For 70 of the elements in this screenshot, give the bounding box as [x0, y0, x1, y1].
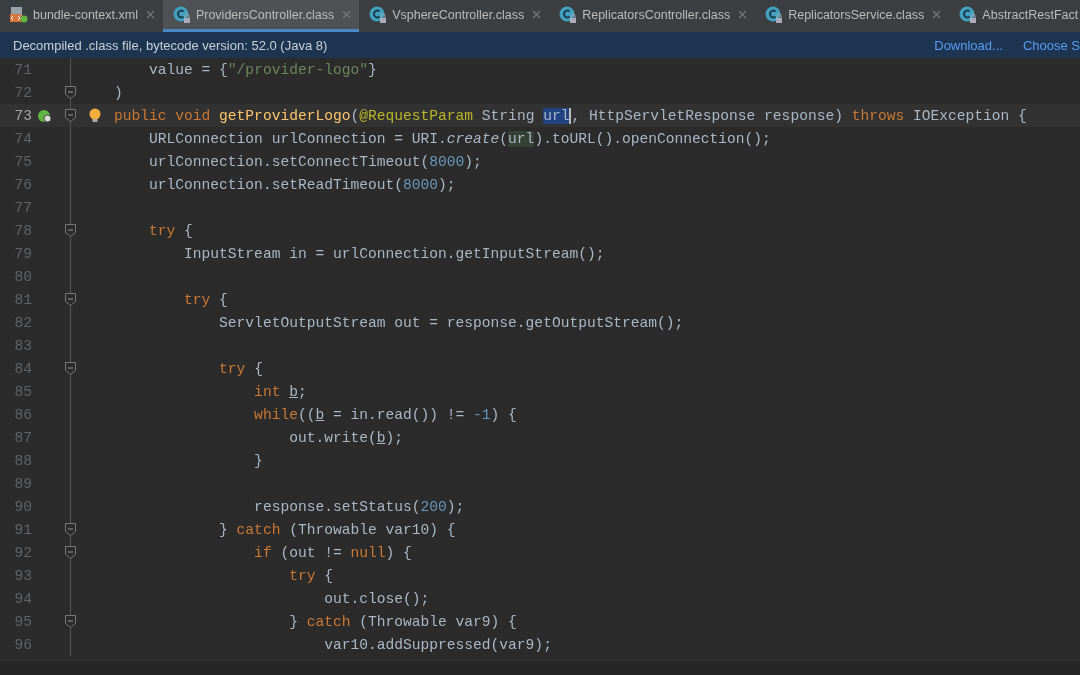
line-number: 72 [13, 84, 32, 101]
editor-tab[interactable]: ReplicatorsController.class [549, 0, 756, 32]
editor-tab[interactable]: ProvidersController.class [162, 0, 360, 32]
line-number: 73 [13, 107, 32, 124]
close-icon[interactable] [145, 10, 155, 19]
info-link[interactable]: Choose S [1022, 37, 1080, 53]
line-number: 77 [13, 199, 32, 216]
line-number: 71 [13, 61, 32, 78]
lightbulb-icon [89, 107, 101, 124]
line-number: 90 [13, 498, 32, 515]
line-number: 78 [13, 222, 32, 239]
line-number: 81 [13, 291, 32, 308]
code-line: } catch (Throwable var9) { [288, 613, 517, 630]
line-number: 85 [13, 383, 32, 400]
code-line: } catch (Throwable var10) { [218, 521, 456, 538]
editor-tab[interactable]: bundle-context.xml [0, 0, 163, 32]
class-file-icon [959, 5, 978, 24]
line-number: 80 [13, 268, 32, 285]
code-line: out.close(); [323, 590, 430, 607]
code-line: } [253, 452, 263, 469]
line-number: 95 [13, 613, 32, 630]
code-line: public void getProviderLogo(@RequestParam String url, HttpServletResponse response) throws IOException { [113, 107, 1027, 124]
editor-tab[interactable]: VsphereController.class [359, 0, 550, 32]
line-number: 91 [13, 521, 32, 538]
line-number: 94 [13, 590, 32, 607]
code-line: out.write(b); [288, 429, 403, 446]
code-line: try { [183, 291, 228, 308]
code-line: try { [288, 567, 333, 584]
code-line: ) [113, 84, 123, 101]
line-number: 79 [13, 245, 32, 262]
line-number: 89 [13, 475, 32, 492]
line-number: 82 [13, 314, 32, 331]
line-number: 87 [13, 429, 32, 446]
code-line: URLConnection urlConnection = URI.create(url).toURL().openConnection(); [148, 130, 771, 147]
code-line: InputStream in = urlConnection.getInputStream(); [183, 245, 605, 262]
code-line: int b; [253, 383, 307, 400]
line-number: 75 [13, 153, 32, 170]
code-line: if (out != null) { [253, 544, 412, 561]
editor-tab[interactable]: ReplicatorsService.class [755, 0, 950, 32]
code-line: var10.addSuppressed(var9); [323, 636, 552, 653]
info-message: Decompiled .class file, bytecode version: 52.0 (Java 8) [13, 37, 329, 53]
code-line: try { [148, 222, 193, 239]
xml-file-icon [10, 5, 28, 24]
code-line: response.setStatus(200); [253, 498, 465, 515]
class-file-icon [172, 5, 191, 24]
info-link[interactable]: Download... [934, 37, 1003, 53]
class-file-icon [765, 5, 784, 24]
class-file-icon [559, 5, 578, 24]
code-line: value = {"/provider-logo"} [148, 61, 377, 78]
code-line: try { [218, 360, 263, 377]
line-number: 88 [13, 452, 32, 469]
class-file-icon [369, 5, 388, 24]
line-number: 96 [13, 636, 32, 653]
line-number: 92 [13, 544, 32, 561]
code-line: urlConnection.setReadTimeout(8000); [148, 176, 456, 193]
close-icon[interactable] [532, 10, 542, 19]
code-line: ServletOutputStream out = response.getOutputStream(); [218, 314, 684, 331]
line-number: 74 [13, 130, 32, 147]
line-number: 86 [13, 406, 32, 423]
line-number: 84 [13, 360, 32, 377]
close-icon[interactable] [342, 10, 352, 19]
editor-tab[interactable]: AbstractRestFact [949, 0, 1080, 32]
code-line: while((b = in.read()) != -1) { [253, 406, 517, 423]
web-endpoint-icon [38, 108, 52, 123]
close-icon[interactable] [738, 10, 748, 19]
code-line: urlConnection.setConnectTimeout(8000); [148, 153, 482, 170]
line-number: 93 [13, 567, 32, 584]
line-number: 83 [13, 337, 32, 354]
line-number: 76 [13, 176, 32, 193]
close-icon[interactable] [932, 10, 942, 19]
